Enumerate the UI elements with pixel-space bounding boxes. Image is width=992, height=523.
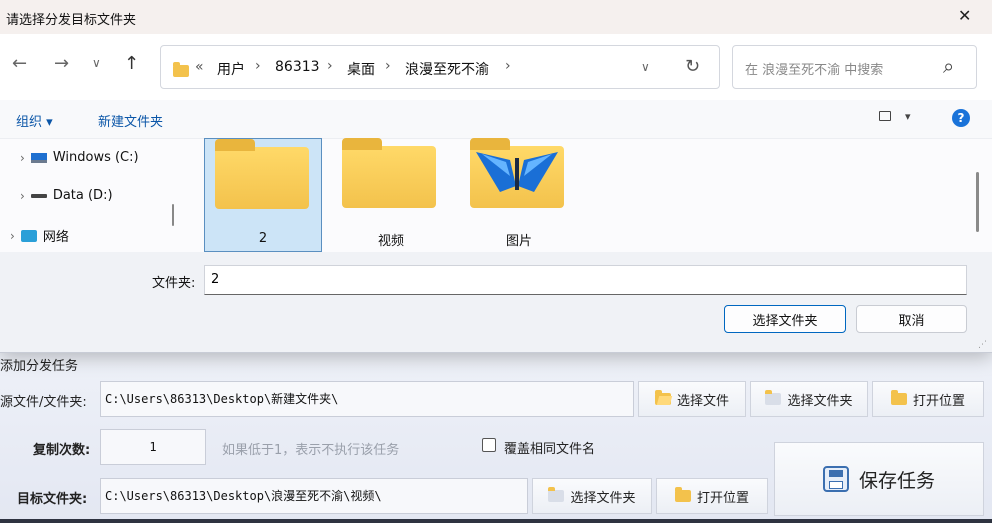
select-folder-button[interactable]: 选择文件夹 <box>750 381 868 417</box>
folder-tile[interactable]: 图片 <box>460 138 578 252</box>
dialog-titlebar: 请选择分发目标文件夹 ✕ <box>0 0 992 34</box>
butterfly-icon <box>476 152 558 192</box>
copies-label: 复制次数: <box>33 443 91 458</box>
back-arrow-icon[interactable]: ← <box>12 53 27 74</box>
select-file-label: 选择文件 <box>676 393 729 409</box>
pictures-folder-icon <box>470 138 564 208</box>
tree-item-data-d[interactable]: › Data (D:) <box>20 188 113 203</box>
help-icon[interactable]: ? <box>952 109 970 127</box>
folder-name-input[interactable]: 2 <box>204 265 967 295</box>
drive-icon <box>30 193 47 198</box>
select-folder-confirm-button[interactable]: 选择文件夹 <box>724 305 846 333</box>
select-folder-label: 选择文件夹 <box>787 393 853 409</box>
breadcrumb-sep: › <box>505 58 511 74</box>
resize-grip-icon[interactable]: ⋰ <box>978 340 987 350</box>
close-icon[interactable]: ✕ <box>958 6 971 25</box>
search-box[interactable]: 在 浪漫至死不渝 中搜索 ⌕ <box>732 45 977 89</box>
save-task-label: 保存任务 <box>858 469 935 492</box>
copies-hint: 如果低于1，表示不执行该任务 <box>222 443 400 458</box>
cancel-button[interactable]: 取消 <box>856 305 967 333</box>
target-select-folder-label: 选择文件夹 <box>570 490 636 506</box>
folder-search-icon <box>765 390 782 405</box>
source-label: 源文件/文件夹: <box>0 395 87 410</box>
view-options-icon[interactable] <box>879 111 891 121</box>
address-dropdown-icon[interactable]: ∨ <box>641 60 650 74</box>
breadcrumb-item[interactable]: 86313 <box>275 59 320 75</box>
up-arrow-icon[interactable]: ↑ <box>124 53 139 74</box>
target-label: 目标文件夹: <box>17 492 88 507</box>
windows-drive-icon <box>30 152 47 163</box>
open-location-button[interactable]: 打开位置 <box>872 381 984 417</box>
breadcrumb-item[interactable]: 用户 <box>217 59 245 79</box>
folder-icon <box>890 390 907 405</box>
target-open-location-label: 打开位置 <box>696 490 749 506</box>
folder-name-label: 文件夹: <box>152 276 196 291</box>
breadcrumb-sep: › <box>385 58 391 74</box>
view-dropdown-icon[interactable]: ▾ <box>905 110 911 123</box>
folder-open-icon <box>654 390 671 405</box>
overwrite-checkbox[interactable] <box>482 438 496 452</box>
target-path-input[interactable]: C:\Users\86313\Desktop\浪漫至死不渝\视频\ <box>100 478 528 514</box>
dialog-toolbar: 组织 ▾ 新建文件夹 ▾ ? <box>0 100 992 139</box>
target-select-folder-button[interactable]: 选择文件夹 <box>532 478 652 514</box>
forward-arrow-icon[interactable]: → <box>54 53 69 74</box>
save-task-button[interactable]: 保存任务 <box>774 442 984 516</box>
content-scrollbar[interactable] <box>976 172 979 232</box>
folder-icon <box>674 487 691 502</box>
search-icon[interactable]: ⌕ <box>943 54 954 78</box>
dialog-title: 请选择分发目标文件夹 <box>6 13 137 28</box>
copies-input[interactable]: 1 <box>100 429 206 465</box>
breadcrumb-overflow[interactable]: « <box>195 59 204 75</box>
folder-tile-name: 2 <box>258 231 268 246</box>
new-folder-button[interactable]: 新建文件夹 <box>98 111 163 130</box>
address-bar[interactable]: « 用户 › 86313 › 桌面 › 浪漫至死不渝 › ∨ ↻ <box>160 45 720 89</box>
folder-tile-name: 视频 <box>377 234 404 249</box>
source-path-input[interactable]: C:\Users\86313\Desktop\新建文件夹\ <box>100 381 634 417</box>
breadcrumb-sep: › <box>327 58 333 74</box>
target-open-location-button[interactable]: 打开位置 <box>656 478 768 514</box>
folder-icon <box>215 139 309 209</box>
folder-search-icon <box>548 487 565 502</box>
overwrite-label: 覆盖相同文件名 <box>504 442 596 457</box>
network-icon <box>20 229 37 242</box>
tree-item-windows-c[interactable]: › Windows (C:) <box>20 150 139 165</box>
select-file-button[interactable]: 选择文件 <box>638 381 746 417</box>
folder-tile[interactable]: 2 <box>204 138 322 252</box>
folder-tile[interactable]: 视频 <box>332 138 450 252</box>
folder-picker-dialog: 请选择分发目标文件夹 ✕ ← → ∨ ↑ « 用户 › 86313 › 桌面 ›… <box>0 0 992 353</box>
breadcrumb-item[interactable]: 桌面 <box>347 59 375 79</box>
open-location-label: 打开位置 <box>912 393 965 409</box>
organize-menu[interactable]: 组织 ▾ <box>16 111 53 130</box>
folder-tile-name: 图片 <box>505 234 532 249</box>
refresh-icon[interactable]: ↻ <box>685 56 700 77</box>
section-title: 添加分发任务 <box>0 359 79 374</box>
save-disk-icon <box>822 466 849 492</box>
folder-icon <box>173 62 189 77</box>
search-input[interactable]: 在 浪漫至死不渝 中搜索 <box>745 59 883 78</box>
recent-locations-icon[interactable]: ∨ <box>92 56 101 70</box>
tree-item-network[interactable]: › 网络 <box>10 226 69 246</box>
breadcrumb-item[interactable]: 浪漫至死不渝 <box>405 59 489 79</box>
breadcrumb-sep: › <box>255 58 261 74</box>
folder-icon <box>342 138 436 208</box>
bottom-border <box>0 519 992 523</box>
tree-scrollbar[interactable] <box>172 204 174 226</box>
task-panel: 添加分发任务 源文件/文件夹: C:\Users\86313\Desktop\新… <box>0 350 992 523</box>
